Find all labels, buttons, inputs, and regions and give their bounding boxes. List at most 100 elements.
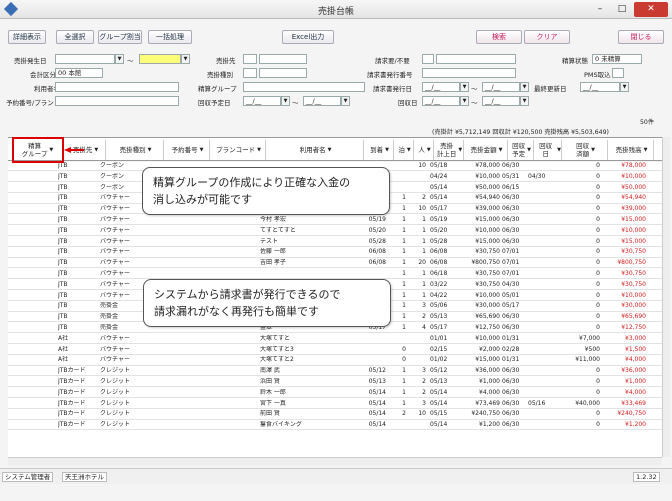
col-balance[interactable]: 売掛残高 ▼	[610, 140, 654, 160]
collect-to[interactable]: __/__	[303, 96, 341, 106]
chevron-down-icon[interactable]: ▼	[281, 96, 290, 106]
cell-b: ¥10,000	[621, 291, 646, 299]
type-code-input[interactable]	[243, 68, 257, 78]
vendor-code-input[interactable]	[243, 54, 257, 64]
select-all-button[interactable]: 全選択	[56, 30, 94, 44]
excel-export-button[interactable]: Excel出力	[282, 30, 334, 44]
user-input[interactable]	[55, 82, 179, 92]
invoice-no-input[interactable]	[422, 68, 516, 78]
type-name-input[interactable]	[259, 68, 307, 78]
table-row[interactable]: JTBカード クレジット 浜田 賢 05/13 1 2 05/13 ¥1,000 06/30 0 ¥…	[8, 378, 662, 388]
table-row[interactable]: JTBカード クレジット 宮下 一真 05/14 1 3 05/14 ¥73,469 06/30…	[8, 400, 662, 409]
reservation-input[interactable]	[55, 96, 179, 106]
chevron-down-icon[interactable]: ▼	[181, 54, 190, 64]
group-input[interactable]	[243, 82, 365, 92]
chevron-down-icon[interactable]: ▼	[460, 96, 469, 106]
horizontal-scrollbar[interactable]	[8, 457, 662, 465]
window-title: 売掛台帳	[317, 7, 354, 17]
cell-d: 05/12	[430, 367, 448, 375]
invoice-date-to[interactable]: __/__	[482, 82, 520, 92]
tilde-label: ～	[471, 99, 478, 107]
detail-button[interactable]: 詳細表示	[8, 30, 46, 44]
cell-due: 07/01	[502, 259, 520, 267]
cell-due: 05/01	[502, 291, 520, 299]
cell-b: ¥1,200	[625, 421, 646, 429]
table-row[interactable]: JTB バウチャー 佐藤 一郎 06/08 1 1 06/08 ¥30,750 07/01 0 ¥3…	[8, 248, 662, 258]
cell-ci: 06/08	[368, 259, 386, 267]
cell-a: ¥4,000	[479, 388, 500, 396]
cell-vendor: JTBカード	[58, 421, 86, 429]
cell-due: 06/30	[502, 237, 520, 245]
col-billing[interactable]: 売掛 計上日 ▼	[436, 140, 464, 160]
collect-from[interactable]: __/__	[243, 96, 281, 106]
table-row[interactable]: JTB バウチャー テスト 05/28 1 1 05/28 ¥15,000 06/30 0 ¥15,…	[8, 238, 662, 247]
cell-b: ¥36,000	[621, 367, 646, 375]
batch-button[interactable]: 一括処理	[148, 30, 192, 44]
col-nights[interactable]: 泊 ▼	[396, 140, 414, 160]
table-row[interactable]: JTB バウチャー 1 1 06/18 ¥30,750 07/01 0 ¥30,750	[8, 270, 662, 280]
col-reservation[interactable]: 予約番号 ▼	[166, 140, 210, 160]
chevron-down-icon[interactable]: ▼	[520, 82, 529, 92]
maximize-button[interactable]: □	[612, 2, 632, 17]
group-assign-button[interactable]: グループ割当	[98, 30, 142, 44]
table-row[interactable]: JTB バウチャー 吉田 孝子 06/08 1 20 06/08 ¥800,750 07/01 0…	[8, 259, 662, 269]
cell-due: 07/01	[502, 248, 520, 256]
status-user: システム管理者	[2, 472, 54, 482]
chevron-down-icon[interactable]: ▼	[341, 96, 350, 106]
col-checkin[interactable]: 到着 ▼	[366, 140, 394, 160]
cell-due: 06/30	[502, 388, 520, 396]
cell-vendor: JTB	[58, 270, 68, 277]
table-row[interactable]: A社 バウチャー 大塚てすと 01/01 ¥10,000 01/31 ¥7,000 ¥3,00…	[8, 335, 662, 344]
cell-due: 05/31	[502, 172, 520, 180]
cell-ci: 05/14	[368, 388, 386, 396]
chevron-down-icon[interactable]: ▼	[520, 96, 529, 106]
account-input[interactable]: 00 本館	[55, 68, 103, 78]
tilde-label: ～	[292, 99, 299, 107]
cell-vendor: A社	[58, 345, 69, 353]
invoice-date-from[interactable]: __/__	[422, 82, 460, 92]
close-button[interactable]: 閉じる	[618, 30, 664, 44]
col-amount[interactable]: 売掛金額 ▼	[466, 140, 508, 160]
col-type[interactable]: 売掛種別 ▼	[108, 140, 164, 160]
pms-input[interactable]	[612, 68, 624, 78]
minimize-button[interactable]: –	[590, 2, 610, 17]
cell-c: 0	[596, 302, 600, 310]
cell-d: 05/06	[430, 302, 448, 310]
table-row[interactable]: A社 バウチャー 大塚てすと3 0 02/15 ¥2,000 02/28 ¥500 ¥1,500	[8, 346, 662, 355]
vendor-name-input[interactable]	[259, 54, 307, 64]
table-row[interactable]: JTBカード クレジット 鬘食バイキング 05/14 05/14 ¥1,200 06/30 0…	[8, 421, 662, 431]
chevron-down-icon[interactable]: ▼	[460, 82, 469, 92]
collect-date-from[interactable]: __/__	[422, 96, 460, 106]
table-row[interactable]: JTBカード クレジット 南澤 武 05/12 1 3 05/12 ¥36,000 06/30 0…	[8, 367, 662, 377]
table-row[interactable]: JTB バウチャー てすとてすと 05/20 1 1 05/20 ¥10,000 06/30 0 ¥…	[8, 227, 662, 236]
vertical-scrollbar[interactable]	[662, 137, 670, 457]
col-collected-date[interactable]: 回収日 ▼	[536, 140, 562, 160]
collect-date-to[interactable]: __/__	[482, 96, 520, 106]
date-to-input[interactable]	[139, 54, 181, 64]
record-count: 50件	[640, 119, 655, 126]
col-rooms[interactable]: 人 ▼	[416, 140, 434, 160]
chevron-down-icon[interactable]: ▼	[115, 54, 124, 64]
status-input[interactable]: 0 未精算	[592, 54, 642, 64]
cell-p: 2	[422, 194, 426, 202]
table-row[interactable]: JTB バウチャー 今村 孝宏 05/19 1 1 05/19 ¥15,000 06/30 0 ¥1…	[8, 216, 662, 226]
col-due[interactable]: 回収 予定 ▼	[510, 140, 534, 160]
date-from-input[interactable]	[55, 54, 115, 64]
table-row[interactable]: JTBカード クレジット 鈴木 一郎 05/14 1 2 05/14 ¥4,000 06/30 0…	[8, 389, 662, 398]
cell-a: ¥10,000	[475, 334, 500, 342]
billing-name-input[interactable]	[436, 54, 516, 64]
table-row[interactable]: A社 バウチャー 大塚てすと2 0 01/02 ¥15,000 01/31 ¥11,000 ¥4…	[8, 356, 662, 366]
search-button[interactable]: 検索	[476, 30, 522, 44]
updated-input[interactable]: __/__	[580, 82, 620, 92]
close-window-button[interactable]: ✕	[634, 2, 668, 17]
cell-a: ¥78,000	[475, 162, 500, 169]
col-group[interactable]: 精算 グループ ▼	[12, 140, 64, 160]
col-plan[interactable]: プランコード ▼	[212, 140, 266, 160]
col-user[interactable]: 利用者名 ▼	[268, 140, 364, 160]
col-collected[interactable]: 回収 済額 ▼	[564, 140, 608, 160]
cell-b: ¥30,750	[621, 280, 646, 288]
billing-input[interactable]	[422, 54, 434, 64]
table-row[interactable]: JTBカード クレジット 前田 賢 05/14 2 10 05/15 ¥240,750 06/3…	[8, 410, 662, 420]
clear-button[interactable]: クリア	[524, 30, 570, 44]
chevron-down-icon[interactable]: ▼	[620, 82, 629, 92]
